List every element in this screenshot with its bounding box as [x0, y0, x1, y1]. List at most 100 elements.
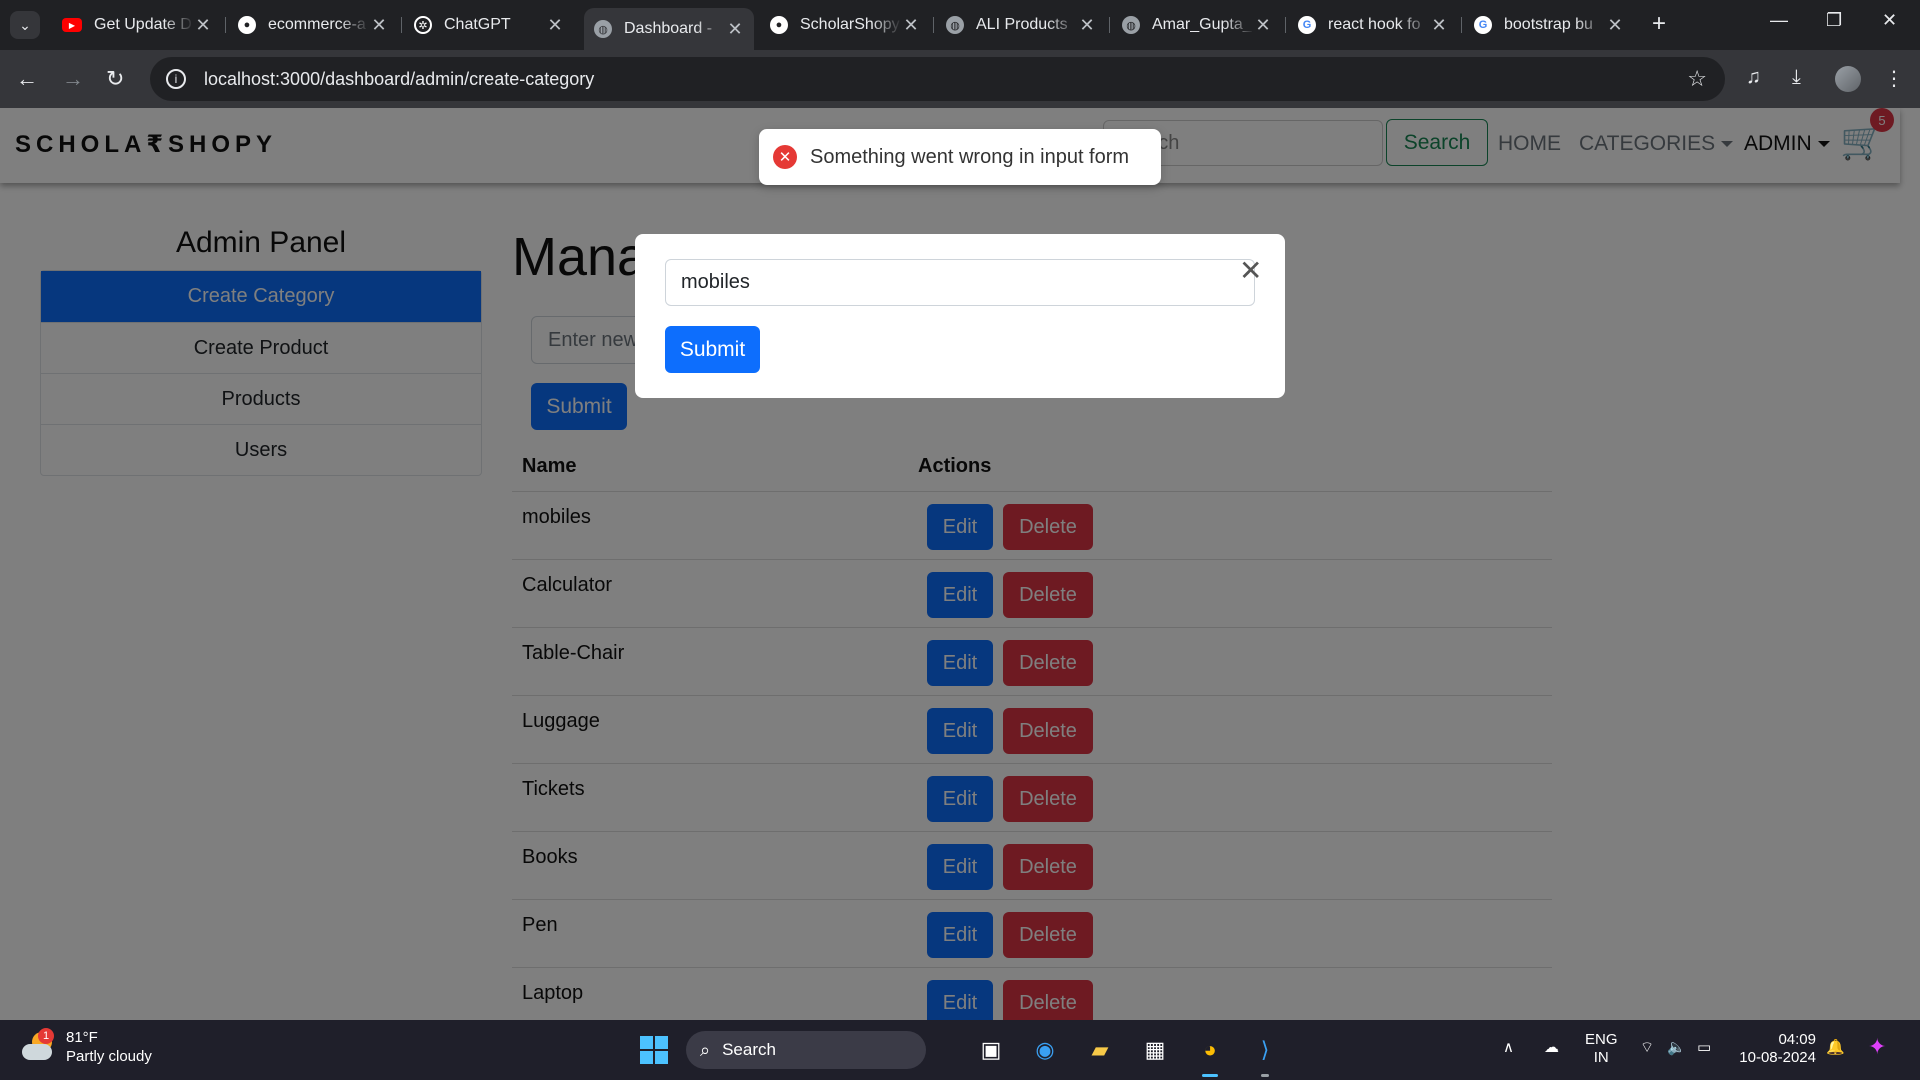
edit-category-modal: mobiles ✕ Submit [635, 234, 1285, 398]
language-code: ENG [1585, 1031, 1618, 1048]
tab-title: ChatGPT [444, 16, 511, 33]
browser-tab[interactable]: ◍ Amar_Gupta_ ✕ [1112, 8, 1282, 42]
tab-separator [1109, 17, 1110, 33]
weather-widget[interactable]: 1 81°F Partly cloudy [22, 1028, 152, 1066]
page-viewport: SCHOLA₹SHOPY Search Search HOME CATEGORI… [0, 108, 1920, 1020]
forward-arrow-icon[interactable]: → [62, 66, 84, 92]
profile-avatar[interactable] [1835, 66, 1861, 92]
edge-browser-icon[interactable]: ◉ [1029, 1034, 1061, 1066]
weather-temperature: 81°F [66, 1029, 98, 1046]
url-text: localhost:3000/dashboard/admin/create-ca… [204, 68, 595, 89]
media-control-icon[interactable]: ♫ [1746, 66, 1761, 89]
tab-title: ScholarShopy [800, 16, 900, 33]
tab-search-chevron-icon[interactable]: ⌄ [10, 11, 40, 39]
onedrive-icon[interactable]: ☁ [1544, 1038, 1559, 1056]
close-tab-icon[interactable]: ✕ [370, 15, 388, 36]
taskbar-search-box[interactable]: ⌕ Search [686, 1031, 926, 1069]
taskbar-search-label: Search [722, 1040, 776, 1059]
tab-title: ALI Products [976, 16, 1068, 33]
battery-icon[interactable]: ▭ [1697, 1038, 1711, 1056]
tab-title: bootstrap bu [1504, 16, 1593, 33]
browser-tab-strip: ⌄ ▶ Get Update D ✕ ● ecommerce-a ✕ ✲ Cha… [0, 0, 1920, 50]
browser-tab[interactable]: ✲ ChatGPT ✕ [404, 8, 574, 42]
youtube-icon: ▶ [62, 18, 82, 32]
edit-category-input[interactable]: mobiles [665, 259, 1255, 306]
tab-separator [1285, 17, 1286, 33]
vscode-running-indicator [1261, 1074, 1269, 1077]
copilot-icon[interactable]: ✦ [1868, 1034, 1886, 1060]
search-icon: ⌕ [700, 1039, 711, 1060]
tab-separator [933, 17, 934, 33]
browser-toolbar: ← → ↻ i localhost:3000/dashboard/admin/c… [0, 50, 1920, 108]
browser-tab[interactable]: ◍ ALI Products ✕ [936, 8, 1106, 42]
browser-tab[interactable]: G bootstrap bu ✕ [1464, 8, 1634, 42]
restore-icon[interactable]: ❐ [1826, 10, 1842, 31]
browser-tab[interactable]: ● ScholarShopy ✕ [760, 8, 930, 42]
volume-icon[interactable]: 🔈 [1667, 1038, 1686, 1056]
close-tab-icon[interactable]: ✕ [726, 19, 744, 40]
chrome-icon[interactable]: ◕ [1194, 1034, 1226, 1066]
close-tab-icon[interactable]: ✕ [1078, 15, 1096, 36]
site-info-icon[interactable]: i [166, 69, 186, 89]
tab-title: ecommerce-a [268, 16, 366, 33]
bookmark-star-icon[interactable]: ☆ [1687, 66, 1707, 92]
address-bar[interactable]: i localhost:3000/dashboard/admin/create-… [150, 57, 1725, 101]
notification-bell-icon[interactable]: 🔔 [1826, 1038, 1845, 1056]
microsoft-store-icon[interactable]: ▦ [1139, 1034, 1171, 1066]
task-view-icon[interactable]: ▣ [975, 1034, 1007, 1066]
windows-start-icon[interactable] [638, 1034, 670, 1066]
show-hidden-icons-chevron[interactable]: ∧ [1503, 1038, 1514, 1056]
modal-close-icon[interactable]: ✕ [1239, 254, 1262, 287]
close-tab-icon[interactable]: ✕ [546, 15, 564, 36]
tab-title: Get Update D [94, 16, 192, 33]
tab-title: Amar_Gupta_ [1152, 16, 1252, 33]
chatgpt-icon: ✲ [414, 16, 432, 34]
tab-separator [1461, 17, 1462, 33]
browser-tab[interactable]: ● ecommerce-a ✕ [228, 8, 398, 42]
language-indicator[interactable]: ENG IN [1585, 1031, 1618, 1067]
clock-time: 04:09 [1778, 1031, 1816, 1048]
file-explorer-icon[interactable]: ▰ [1084, 1034, 1116, 1066]
reload-icon[interactable]: ↻ [106, 66, 124, 92]
error-x-icon: ✕ [773, 145, 797, 169]
windows-taskbar: 1 81°F Partly cloudy ⌕ Search ▣ ◉ ▰ ▦ ◕ … [0, 1020, 1920, 1080]
close-tab-icon[interactable]: ✕ [194, 15, 212, 36]
error-toast: ✕ Something went wrong in input form [759, 129, 1161, 185]
google-icon: G [1298, 16, 1316, 34]
weather-badge: 1 [38, 1028, 54, 1044]
github-icon: ● [238, 16, 256, 34]
toast-message: Something went wrong in input form [810, 145, 1130, 168]
more-menu-icon[interactable]: ⋮ [1884, 66, 1904, 91]
new-tab-plus-icon[interactable]: + [1652, 10, 1666, 38]
minimize-icon[interactable]: — [1770, 10, 1788, 31]
modal-submit-button[interactable]: Submit [665, 326, 760, 373]
globe-icon: ◍ [594, 20, 612, 38]
globe-icon: ◍ [946, 16, 964, 34]
edit-category-value: mobiles [681, 271, 750, 293]
tab-title: react hook fo [1328, 16, 1421, 33]
clock[interactable]: 04:09 10-08-2024 [1738, 1031, 1816, 1067]
clock-date: 10-08-2024 [1739, 1049, 1816, 1066]
tab-separator [401, 17, 402, 33]
github-icon: ● [770, 16, 788, 34]
tab-title: Dashboard - [624, 20, 713, 37]
wifi-icon[interactable]: ⌔ [1640, 1038, 1654, 1057]
close-tab-icon[interactable]: ✕ [1430, 15, 1448, 36]
weather-condition: Partly cloudy [66, 1048, 152, 1065]
close-tab-icon[interactable]: ✕ [902, 15, 920, 36]
vscode-icon[interactable]: ⟩ [1249, 1034, 1281, 1066]
region-code: IN [1593, 1049, 1609, 1066]
globe-icon: ◍ [1122, 16, 1140, 34]
google-icon: G [1474, 16, 1492, 34]
tab-separator [225, 17, 226, 33]
close-tab-icon[interactable]: ✕ [1606, 15, 1624, 36]
close-tab-icon[interactable]: ✕ [1254, 15, 1272, 36]
partly-cloudy-icon: 1 [22, 1028, 56, 1062]
browser-tab[interactable]: ▶ Get Update D ✕ [52, 8, 222, 42]
back-arrow-icon[interactable]: ← [16, 66, 38, 92]
download-icon[interactable]: ⤓ [1792, 66, 1801, 89]
window-close-icon[interactable]: ✕ [1882, 10, 1897, 31]
chrome-active-indicator [1202, 1074, 1218, 1077]
browser-tab[interactable]: G react hook fo ✕ [1288, 8, 1458, 42]
browser-tab-active[interactable]: ◍ Dashboard - ✕ [584, 8, 754, 50]
